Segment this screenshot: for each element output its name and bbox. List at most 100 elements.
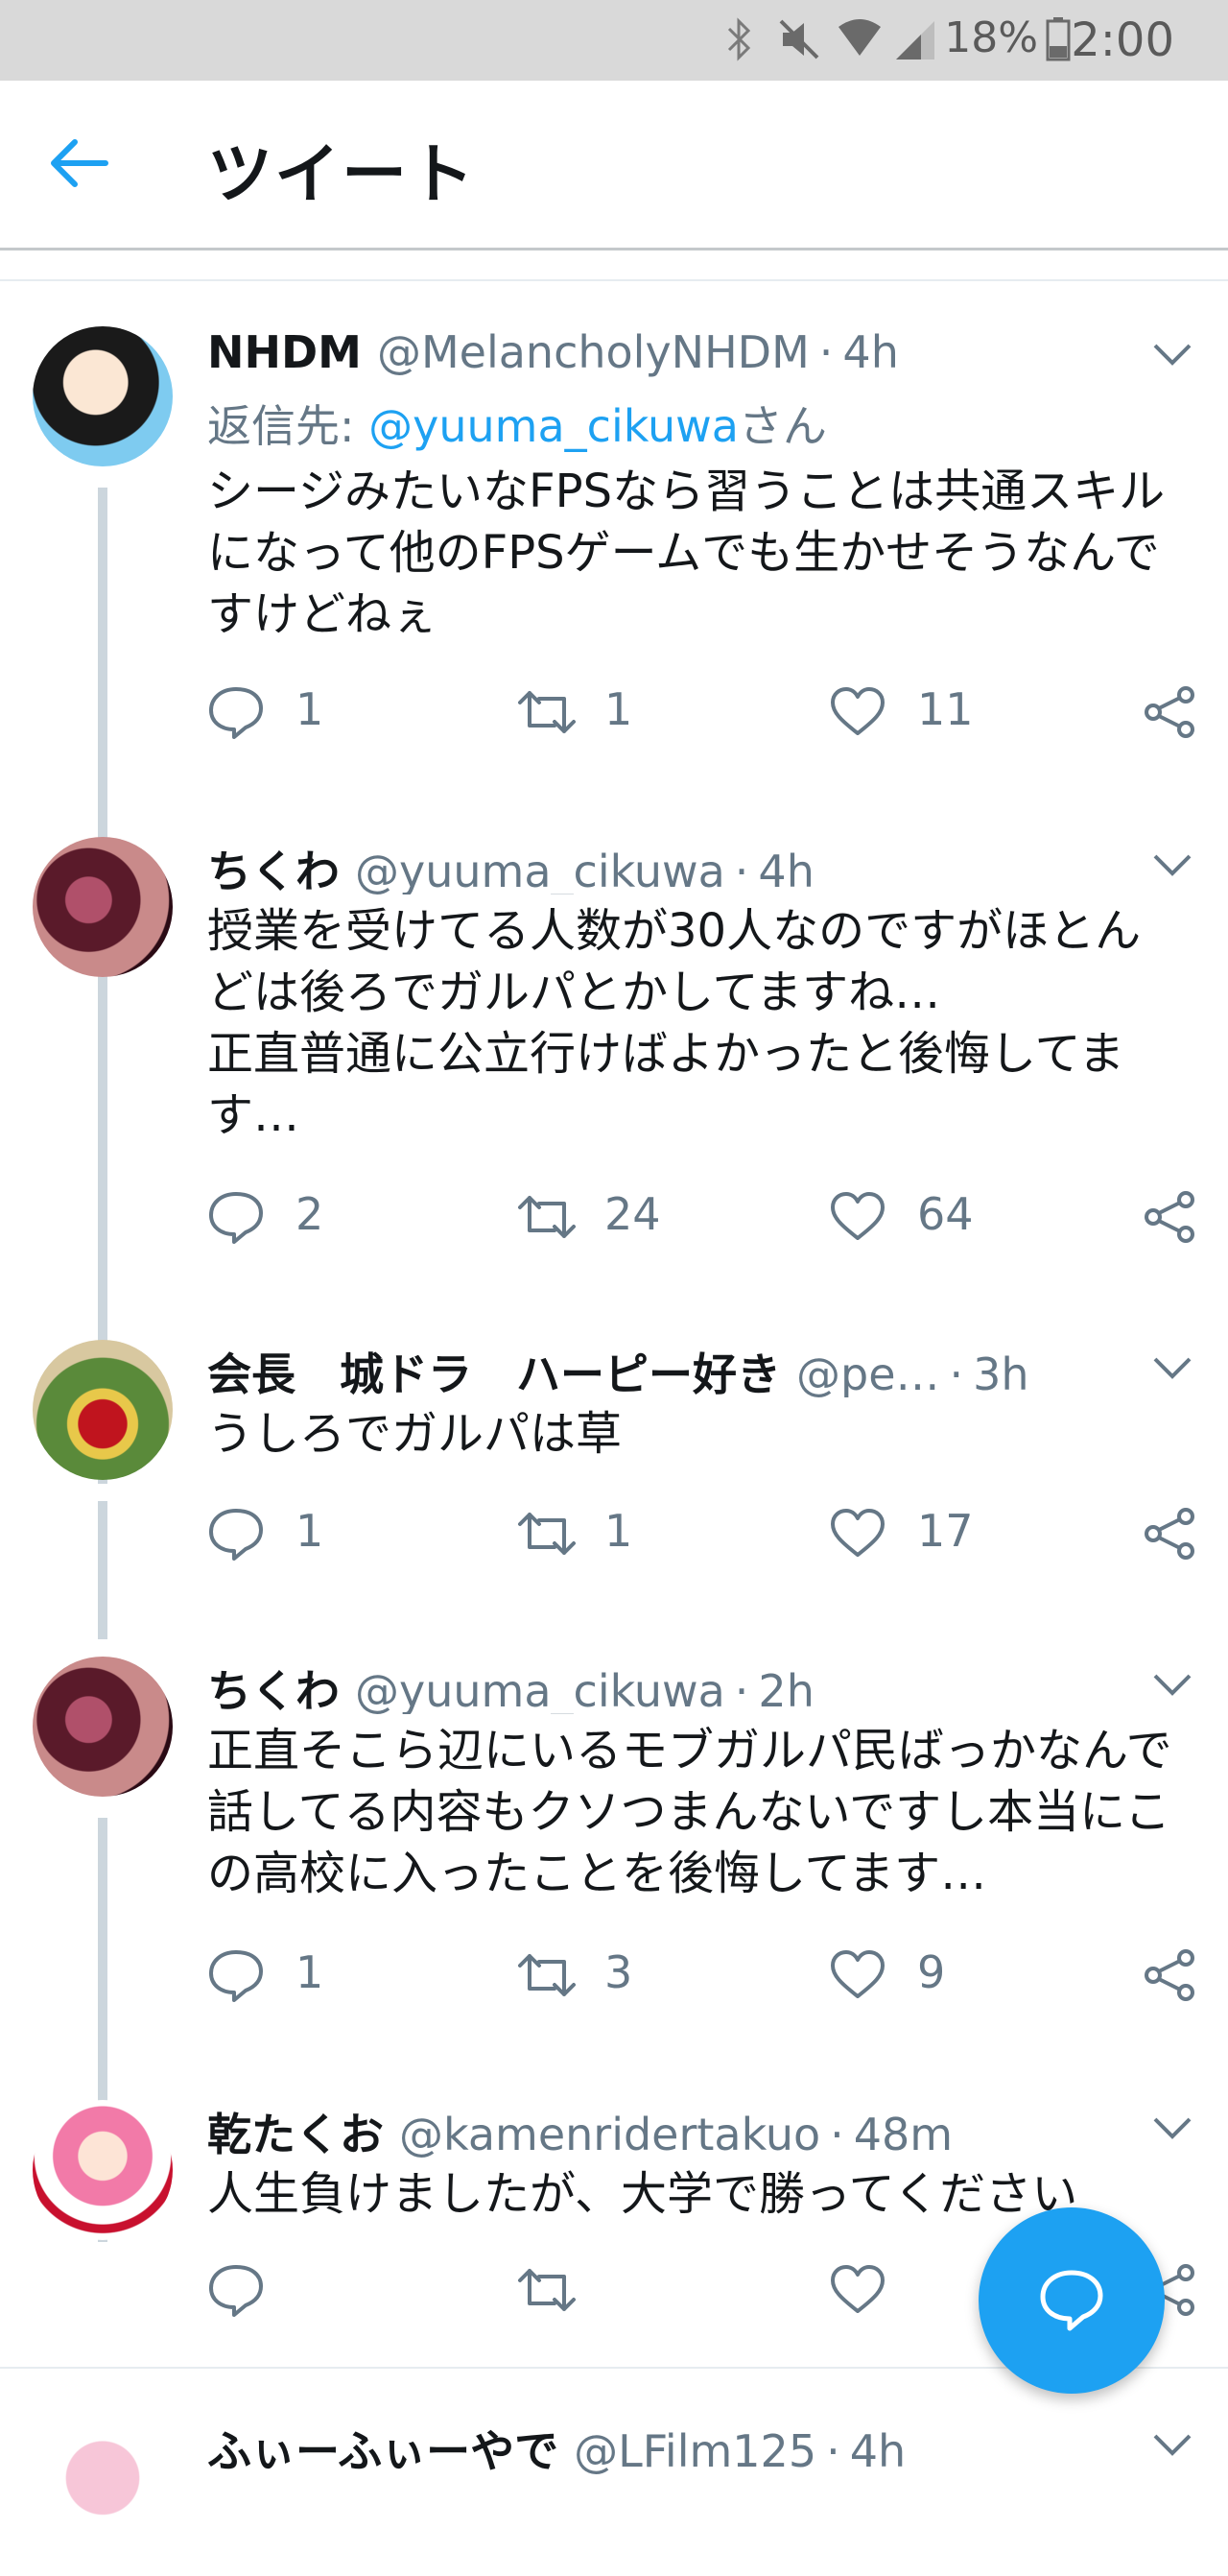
tweet-time[interactable]: 48m: [854, 2109, 953, 2158]
tweet-header: 乾たくお @kamenridertakuo · 48m: [207, 2100, 1167, 2158]
arrow-left-icon: [51, 139, 108, 187]
tweet-actions: 1 3 9: [207, 1944, 1205, 2002]
tweet-actions: 2 24 64: [207, 1186, 1205, 1244]
heart-icon: [831, 1950, 885, 1998]
share-icon: [1145, 686, 1194, 738]
tweet-header: ちくわ @yuuma_cikuwa · 4h: [207, 837, 1167, 894]
like-count: 11: [917, 683, 974, 735]
separator-dot: ·: [734, 1665, 749, 1714]
tweet-header: ふぃーふぃーやで @LFilm125 · 4h: [207, 2417, 1167, 2474]
thread-line: [98, 1501, 107, 1639]
mute-icon: [777, 17, 821, 65]
share-button[interactable]: [1142, 681, 1199, 739]
like-count: 64: [917, 1188, 974, 1240]
reply-icon: [209, 687, 263, 739]
status-time: 2:00: [1071, 13, 1174, 67]
tweet-time[interactable]: 3h: [973, 1348, 1028, 1397]
separator-dot: ·: [734, 846, 749, 894]
chevron-down-icon[interactable]: [1151, 850, 1193, 879]
separator-dot: ·: [830, 2109, 844, 2158]
tweet-time[interactable]: 4h: [842, 326, 898, 378]
back-button[interactable]: [46, 134, 113, 192]
user-handle[interactable]: @yuuma_cikuwa: [355, 1665, 725, 1714]
tweet-text: 正直そこら辺にいるモブガルパ民ばっかなんで話してる内容もクソつまんないですし本当…: [207, 1724, 1172, 1900]
wifi-icon: [837, 17, 883, 65]
reply-prefix: 返信先:: [207, 400, 369, 452]
app-header: ツイート: [0, 81, 1228, 250]
avatar[interactable]: [33, 837, 173, 977]
display-name[interactable]: ふぃーふぃーやで: [207, 2425, 558, 2474]
tweet-header: NHDM @MelancholyNHDM · 4h: [207, 326, 1167, 384]
compose-reply-icon: [1040, 2270, 1103, 2331]
status-bar: 18% 2:00: [0, 0, 1228, 81]
tweet-actions: 1 1 11: [207, 681, 1205, 739]
chevron-down-icon[interactable]: [1151, 340, 1193, 369]
share-icon: [1145, 1191, 1194, 1243]
retweet-count: 3: [604, 1946, 633, 1998]
display-name[interactable]: ちくわ: [207, 846, 340, 894]
tweet-text: シージみたいなFPSなら習うことは共通スキルになって他のFPSゲームでも生かせそ…: [207, 465, 1166, 641]
display-name[interactable]: NHDM: [207, 326, 362, 378]
reply-count: 1: [295, 1505, 324, 1557]
avatar[interactable]: [33, 326, 173, 466]
user-handle[interactable]: @MelancholyNHDM: [377, 326, 810, 378]
tweet-text: うしろでガルパは草: [207, 1407, 623, 1461]
reply-icon: [209, 2265, 263, 2317]
reply-icon: [209, 1950, 263, 2002]
retweet-count: 1: [604, 683, 633, 735]
reply-icon: [209, 1192, 263, 1244]
tweet-header: ちくわ @yuuma_cikuwa · 2h: [207, 1657, 1167, 1714]
tweet-actions: 1 1 17: [207, 1503, 1205, 1561]
retweet-icon: [518, 691, 576, 733]
retweet-count: 24: [604, 1188, 661, 1240]
battery-percent: 18%: [944, 13, 1038, 62]
display-name[interactable]: 会長 城ドラ ハーピー好き: [207, 1348, 781, 1397]
page-title: ツイート: [207, 137, 477, 213]
retweet-icon: [518, 1954, 576, 1996]
tweet-header: 会長 城ドラ ハーピー好き @pe… · 3h: [207, 1340, 1032, 1397]
reply-mention-link[interactable]: @yuuma_cikuwa: [368, 400, 739, 452]
reply-count: 2: [295, 1188, 324, 1240]
compose-reply-button[interactable]: [979, 2207, 1165, 2394]
avatar[interactable]: [33, 2100, 173, 2240]
tweet-text: 授業を受けてる人数が30人なのですがほとんどは後ろでガルパとかしてますね… 正直…: [207, 904, 1142, 1142]
battery-icon: [1046, 17, 1071, 65]
signal-icon: [892, 17, 936, 65]
heart-icon: [831, 687, 885, 735]
tweet-time[interactable]: 4h: [758, 846, 814, 894]
like-count: 9: [917, 1946, 946, 1998]
heart-icon: [831, 1192, 885, 1240]
reply-icon: [209, 1509, 263, 1561]
user-handle[interactable]: @kamenridertakuo: [399, 2109, 820, 2158]
share-button[interactable]: [1142, 1503, 1199, 1561]
reply-count: 1: [295, 1946, 324, 1998]
chevron-down-icon[interactable]: [1151, 2430, 1193, 2459]
reply-context: 返信先: @yuuma_cikuwaさん: [207, 392, 827, 455]
tweet-time[interactable]: 2h: [758, 1665, 814, 1714]
heart-icon: [831, 1509, 885, 1557]
user-handle[interactable]: @LFilm125: [574, 2425, 816, 2474]
header-divider: [0, 250, 1228, 281]
share-icon: [1145, 1508, 1194, 1560]
reply-suffix: さん: [738, 400, 827, 452]
chevron-down-icon[interactable]: [1151, 2113, 1193, 2142]
user-handle[interactable]: @yuuma_cikuwa: [355, 846, 725, 894]
share-icon: [1145, 1949, 1194, 2001]
tweet-time[interactable]: 4h: [850, 2425, 906, 2474]
display-name[interactable]: ちくわ: [207, 1665, 340, 1714]
reply-count: 1: [295, 683, 324, 735]
user-handle[interactable]: @pe…: [796, 1348, 940, 1397]
separator-dot: ·: [826, 2425, 840, 2474]
bluetooth-icon: [725, 17, 754, 65]
separator-dot: ·: [818, 326, 834, 378]
share-button[interactable]: [1142, 1186, 1199, 1244]
chevron-down-icon[interactable]: [1151, 1670, 1193, 1699]
avatar[interactable]: [33, 1657, 173, 1797]
avatar[interactable]: [33, 1340, 173, 1480]
chevron-down-icon[interactable]: [1151, 1353, 1193, 1382]
heart-icon: [831, 2265, 885, 2313]
retweet-count: 1: [604, 1505, 633, 1557]
display-name[interactable]: 乾たくお: [207, 2109, 384, 2158]
share-button[interactable]: [1142, 1944, 1199, 2002]
separator-dot: ·: [949, 1348, 964, 1397]
